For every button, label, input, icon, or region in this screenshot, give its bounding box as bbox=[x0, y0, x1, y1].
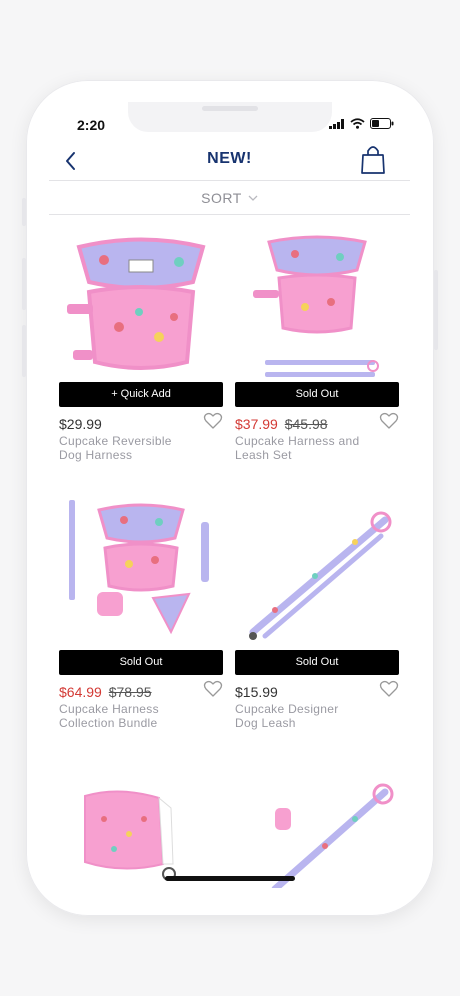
wifi-icon bbox=[350, 118, 365, 129]
product-name-line1[interactable]: Cupcake Designer bbox=[235, 702, 399, 716]
quick-add-button[interactable]: + Quick Add bbox=[59, 382, 223, 407]
mute-switch bbox=[22, 198, 26, 226]
product-original-price: $45.98 bbox=[284, 416, 328, 432]
product-name-line1[interactable]: Cupcake Harness and bbox=[235, 434, 399, 448]
product-image[interactable] bbox=[59, 232, 223, 382]
product-image[interactable] bbox=[59, 774, 223, 888]
harness-leash-set-image bbox=[253, 235, 379, 377]
harness-bundle-image bbox=[69, 500, 209, 635]
status-icons bbox=[329, 118, 394, 129]
home-indicator[interactable] bbox=[165, 876, 295, 881]
product-sale-price: $37.99 bbox=[235, 416, 278, 432]
leash-image bbox=[249, 511, 392, 640]
heart-icon[interactable] bbox=[203, 412, 223, 430]
product-name-line2[interactable]: Dog Harness bbox=[59, 448, 223, 462]
product-card[interactable]: Sold Out $64.99 $78.95 Cupcake Harness C… bbox=[59, 500, 223, 730]
power-button bbox=[434, 270, 438, 350]
sold-out-button[interactable]: Sold Out bbox=[235, 650, 399, 675]
product-card[interactable]: + Quick Add $29.99 Cupcake Reversible Do… bbox=[59, 232, 223, 462]
product-name-line1[interactable]: Cupcake Harness bbox=[59, 702, 223, 716]
shopping-bag-button[interactable] bbox=[360, 144, 386, 174]
nav-header: NEW! bbox=[49, 142, 410, 180]
product-sale-price: $64.99 bbox=[59, 684, 102, 700]
product-name-line2[interactable]: Collection Bundle bbox=[59, 716, 223, 730]
volume-down-button bbox=[22, 325, 26, 377]
product-image[interactable] bbox=[235, 500, 399, 650]
product-card[interactable]: Sold Out $37.99 $45.98 Cupcake Harness a… bbox=[235, 232, 399, 462]
product-image[interactable] bbox=[235, 774, 399, 888]
sold-out-button[interactable]: Sold Out bbox=[59, 650, 223, 675]
heart-icon[interactable] bbox=[203, 680, 223, 698]
heart-icon[interactable] bbox=[379, 680, 399, 698]
product-image[interactable] bbox=[59, 500, 223, 650]
harness-image bbox=[67, 237, 206, 370]
product-original-price: $78.95 bbox=[108, 684, 152, 700]
leash-bag-image bbox=[271, 783, 394, 888]
speaker bbox=[202, 106, 258, 111]
product-price: $29.99 bbox=[59, 416, 102, 432]
volume-up-button bbox=[22, 258, 26, 310]
product-card[interactable] bbox=[59, 774, 223, 888]
signal-icon bbox=[329, 118, 344, 129]
product-name-line2[interactable]: Dog Leash bbox=[235, 716, 399, 730]
product-name-line1[interactable]: Cupcake Reversible bbox=[59, 434, 223, 448]
sort-label: SORT bbox=[201, 189, 242, 206]
battery-icon bbox=[370, 118, 394, 129]
status-time: 2:20 bbox=[77, 117, 106, 133]
product-card[interactable]: Sold Out $15.99 Cupcake Designer Dog Lea… bbox=[235, 500, 399, 730]
heart-icon[interactable] bbox=[379, 412, 399, 430]
page-title: NEW! bbox=[207, 150, 252, 167]
product-price: $15.99 bbox=[235, 684, 278, 700]
app-screen: 2:20 NEW! SORT + Quick Add $29.99 Cupcak… bbox=[49, 102, 410, 888]
shopping-bag-icon bbox=[361, 146, 385, 174]
product-image[interactable] bbox=[235, 232, 399, 382]
sort-dropdown[interactable]: SORT bbox=[49, 180, 410, 215]
poop-bag-holder-image bbox=[84, 790, 176, 881]
chevron-down-icon bbox=[248, 195, 258, 201]
product-name-line2[interactable]: Leash Set bbox=[235, 448, 399, 462]
sold-out-button[interactable]: Sold Out bbox=[235, 382, 399, 407]
product-card[interactable] bbox=[235, 774, 399, 888]
